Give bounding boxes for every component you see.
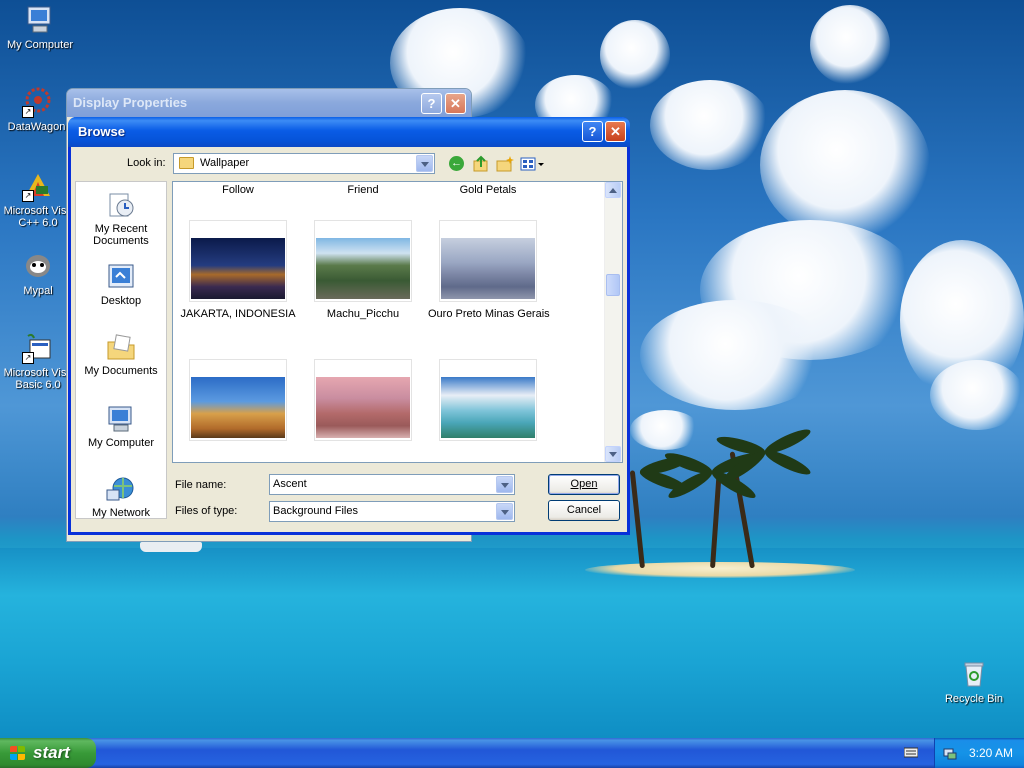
back-arrow-icon: ←	[449, 156, 464, 171]
file-caption[interactable]: Friend	[303, 184, 423, 196]
place-label: Desktop	[100, 295, 142, 307]
look-in-dropdown[interactable]: Wallpaper	[173, 153, 435, 174]
desktop-icon	[105, 262, 137, 292]
display-properties-titlebar[interactable]: Display Properties ? ✕	[67, 89, 471, 117]
clock[interactable]: 3:20 AM	[969, 746, 1013, 760]
file-type-dropdown[interactable]: Background Files	[269, 501, 515, 522]
chevron-down-icon[interactable]	[416, 155, 433, 172]
file-item[interactable]	[428, 359, 548, 447]
scroll-down-button[interactable]	[605, 446, 621, 462]
places-bar: My Recent Documents Desktop My Documents…	[75, 181, 167, 519]
help-button[interactable]: ?	[582, 121, 603, 142]
new-folder-icon	[496, 156, 514, 172]
file-item-ouro-preto[interactable]: Ouro Preto Minas Gerais	[428, 220, 550, 320]
browse-titlebar[interactable]: Browse ? ✕	[68, 117, 630, 147]
folder-icon	[179, 157, 194, 169]
taskbar: start 3:20 AM	[0, 738, 1024, 768]
file-item[interactable]	[178, 359, 298, 447]
place-my-documents[interactable]: My Documents	[76, 332, 166, 377]
look-in-label: Look in:	[127, 157, 166, 169]
open-button[interactable]: Open	[548, 474, 620, 495]
file-name-caption: Machu_Picchu	[326, 308, 400, 320]
place-label: My Computer	[87, 437, 155, 449]
file-item-machu-picchu[interactable]: Machu_Picchu	[303, 220, 423, 320]
place-my-recent-documents[interactable]: My Recent Documents	[76, 190, 166, 247]
thumbnail	[189, 220, 287, 302]
desktop-icon-my-computer[interactable]: My Computer	[0, 4, 80, 51]
file-list[interactable]: Follow Friend Gold Petals JAKARTA, INDON…	[172, 181, 623, 463]
file-caption[interactable]: Follow	[178, 184, 298, 196]
file-name-label: File name:	[175, 479, 227, 491]
cancel-button[interactable]: Cancel	[548, 500, 620, 521]
chevron-down-icon[interactable]	[496, 476, 513, 493]
desktop-icon-label: My Computer	[6, 39, 74, 51]
thumbnail	[439, 359, 537, 441]
network-icon[interactable]	[943, 746, 957, 760]
desktop-icon-recycle-bin[interactable]: Recycle Bin	[934, 658, 1014, 705]
view-grid-icon	[520, 157, 544, 171]
recycle-bin-icon	[958, 658, 990, 690]
file-name-input[interactable]: Ascent	[269, 474, 515, 495]
thumbnail	[314, 359, 412, 441]
start-button[interactable]: start	[0, 738, 96, 768]
file-caption[interactable]: Gold Petals	[428, 184, 548, 196]
file-name-caption: Ouro Preto Minas Gerais	[428, 308, 550, 320]
up-folder-icon	[473, 155, 488, 172]
close-button[interactable]: ✕	[605, 121, 626, 142]
thumbnail	[439, 220, 537, 302]
file-name-caption: JAKARTA, INDONESIA	[180, 308, 296, 320]
windows-flag-icon	[10, 746, 26, 761]
file-type-value: Background Files	[273, 505, 358, 517]
look-in-value: Wallpaper	[200, 157, 250, 169]
place-my-computer[interactable]: My Computer	[76, 404, 166, 449]
my-computer-icon	[24, 4, 56, 36]
file-item-jakarta[interactable]: JAKARTA, INDONESIA	[178, 220, 298, 320]
recent-documents-icon	[105, 190, 137, 220]
browse-dialog[interactable]: Browse ? ✕ Look in: Wallpaper ← My Recen…	[68, 117, 630, 535]
close-button[interactable]: ✕	[445, 93, 466, 114]
my-documents-icon	[105, 332, 137, 362]
visual-cpp-icon: ↗	[22, 170, 54, 202]
file-name-value: Ascent	[273, 478, 307, 490]
thumbnail	[189, 359, 287, 441]
new-folder-button[interactable]	[495, 155, 515, 173]
place-label: My Recent Documents	[93, 223, 149, 247]
start-label: start	[33, 743, 70, 762]
file-type-label: Files of type:	[175, 505, 238, 517]
place-label: My Network	[91, 507, 151, 519]
my-computer-icon	[105, 404, 137, 434]
scrollbar-thumb[interactable]	[606, 274, 620, 296]
mypal-icon	[22, 250, 54, 282]
back-button[interactable]: ←	[447, 155, 467, 173]
place-my-network[interactable]: My Network	[76, 474, 166, 519]
desktop-icon-label: Recycle Bin	[944, 693, 1004, 705]
place-label: My Documents	[84, 365, 158, 377]
up-folder-button[interactable]	[471, 155, 491, 173]
place-desktop[interactable]: Desktop	[76, 262, 166, 307]
view-menu-button[interactable]	[519, 155, 545, 173]
scroll-up-button[interactable]	[605, 182, 621, 198]
keyboard-icon[interactable]	[903, 746, 919, 758]
browse-title: Browse	[78, 124, 125, 139]
file-item[interactable]	[303, 359, 423, 447]
help-button[interactable]: ?	[421, 93, 442, 114]
display-properties-title: Display Properties	[73, 95, 188, 110]
vertical-scrollbar[interactable]	[604, 182, 622, 462]
system-tray: 3:20 AM	[934, 738, 1024, 768]
datawagon-icon: ↗	[22, 86, 54, 118]
thumbnail	[314, 220, 412, 302]
visual-basic-icon: ↗	[22, 332, 54, 364]
my-network-icon	[105, 474, 137, 504]
chevron-down-icon[interactable]	[496, 503, 513, 520]
